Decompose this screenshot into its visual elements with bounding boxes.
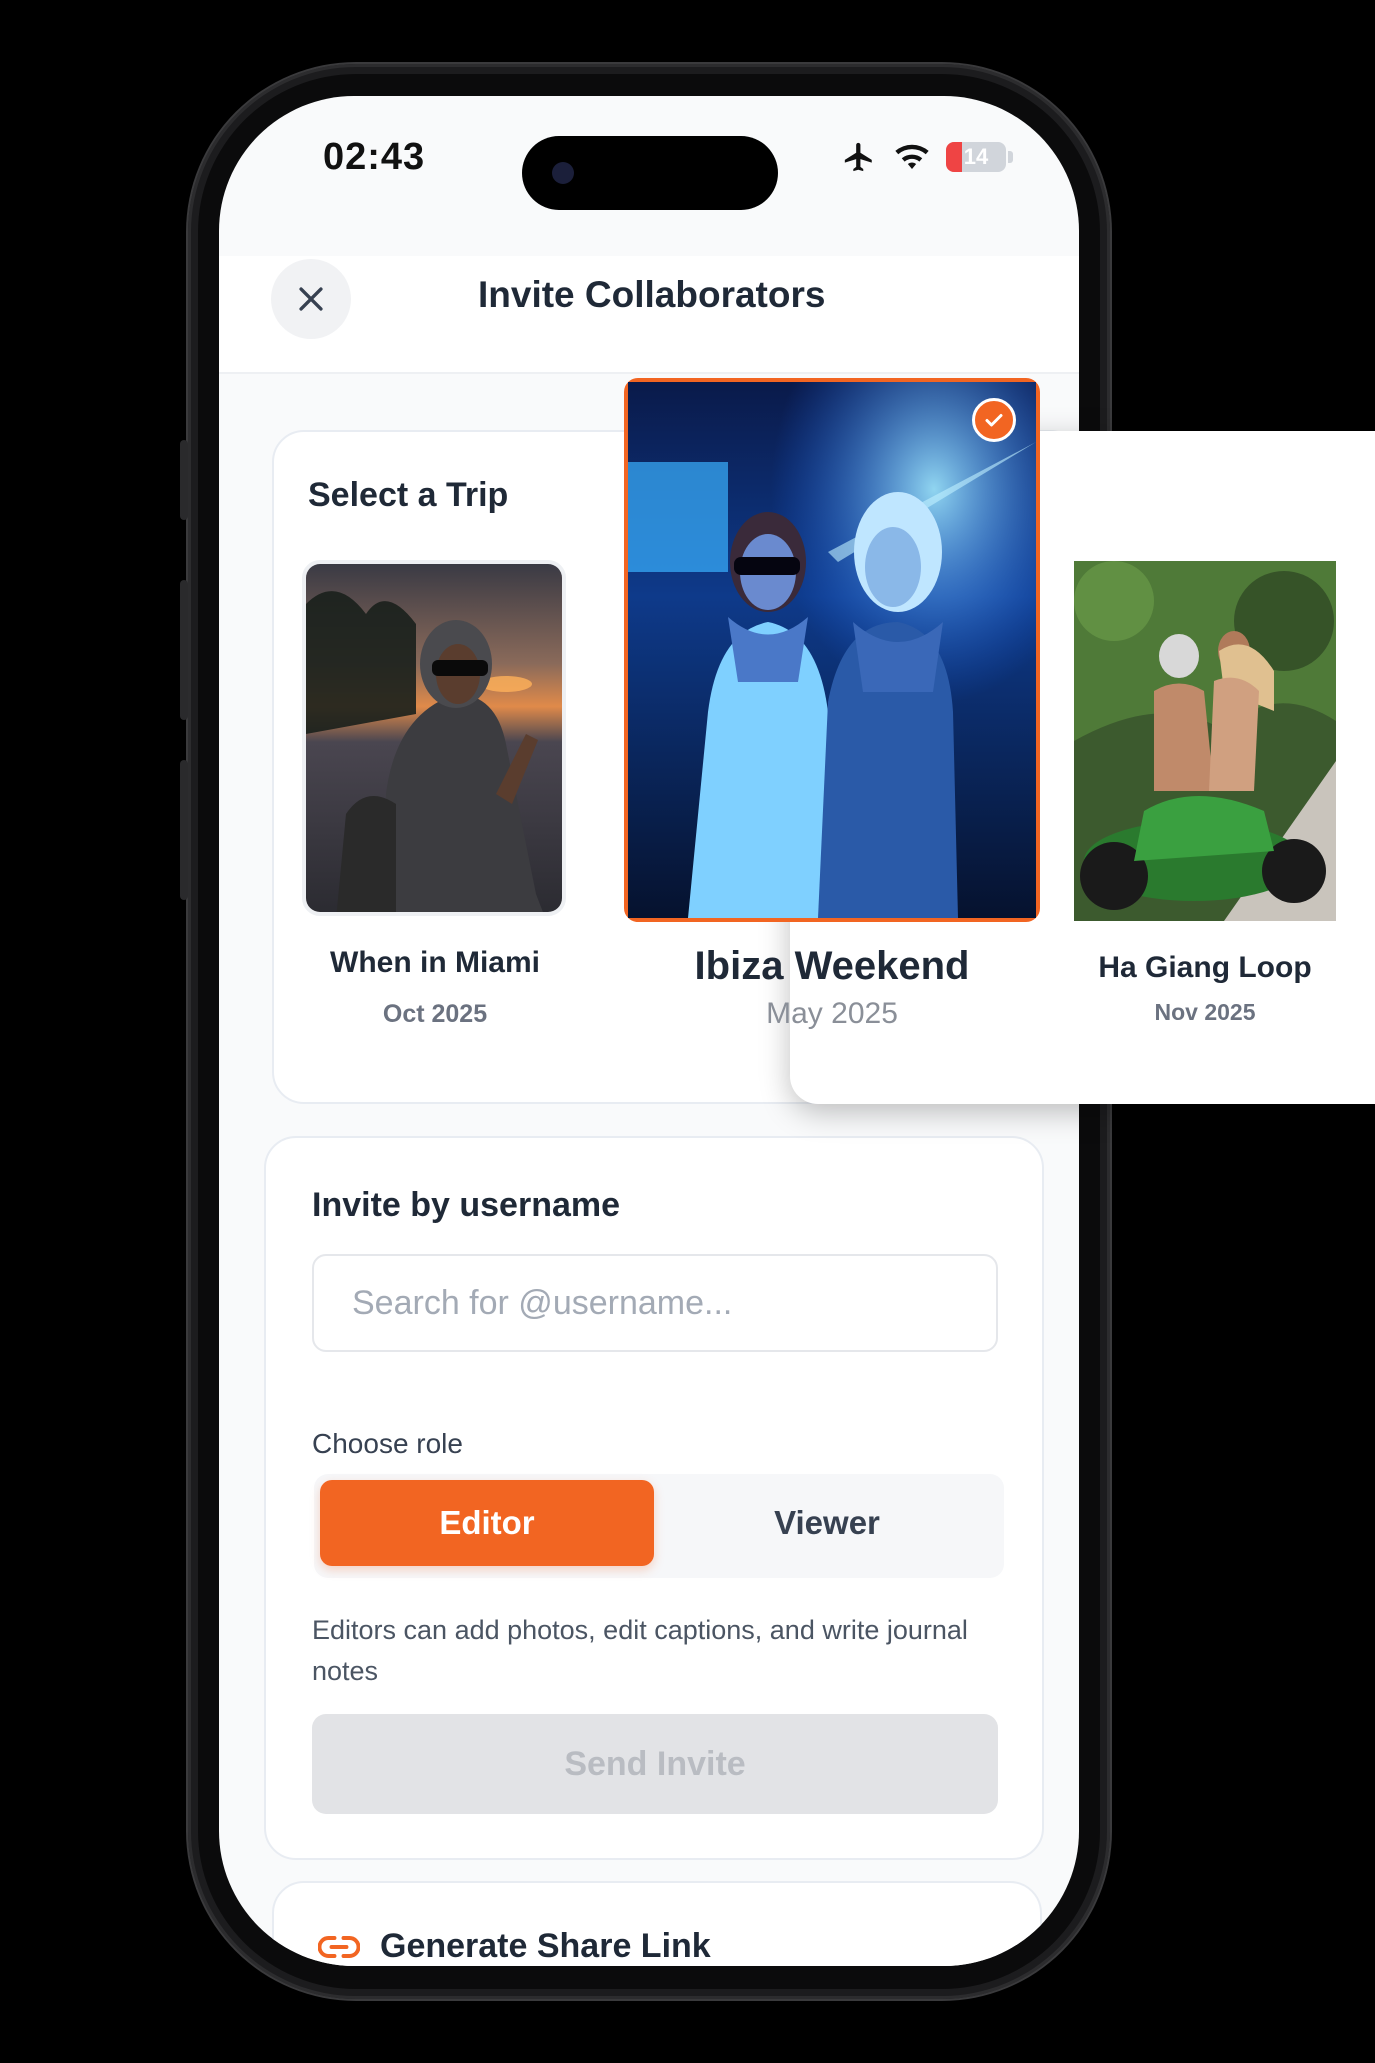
- wifi-icon: [895, 144, 929, 169]
- trip-photo-miami: [302, 560, 566, 916]
- battery-indicator: 14: [946, 142, 1006, 172]
- side-button-volume-down: [180, 760, 188, 900]
- status-icons: 14: [840, 140, 1013, 174]
- role-viewer-button[interactable]: Viewer: [654, 1480, 1000, 1566]
- trip-item-ibiza-selected[interactable]: Ibiza Weekend May 2025: [624, 378, 1040, 1031]
- role-description: Editors can add photos, edit captions, a…: [312, 1615, 968, 1686]
- miami-photo-image: [306, 564, 562, 912]
- dynamic-island: [522, 136, 778, 210]
- trip-date: Nov 2025: [1154, 999, 1256, 1025]
- ibiza-photo-image: [628, 382, 1036, 918]
- trip-name: Ha Giang Loop: [1098, 951, 1312, 984]
- trip-name: When in Miami: [330, 946, 540, 979]
- trip-photo-ibiza: [624, 378, 1040, 922]
- trip-name: Ibiza Weekend: [694, 944, 970, 988]
- selected-check-badge: [972, 398, 1016, 442]
- trip-date: Oct 2025: [382, 1000, 488, 1028]
- share-link-label: Generate Share Link: [380, 1927, 711, 1965]
- role-editor-button[interactable]: Editor: [320, 1480, 654, 1566]
- close-icon: [299, 287, 323, 311]
- page-title: Invite Collaborators: [478, 274, 826, 315]
- trip-date: May 2025: [766, 997, 898, 1030]
- ha-giang-photo-image: [1074, 561, 1336, 921]
- trip-item-ha-giang[interactable]: Ha Giang Loop Nov 2025: [1074, 561, 1336, 1026]
- username-search-input[interactable]: [312, 1254, 998, 1352]
- invite-title: Invite by username: [312, 1186, 621, 1224]
- trip-photo-ha-giang: [1074, 561, 1336, 921]
- check-icon: [985, 414, 1003, 427]
- role-label: Choose role: [312, 1428, 463, 1459]
- link-icon: [318, 1935, 360, 1958]
- airplane-icon: [844, 142, 872, 172]
- side-button-silent: [180, 440, 188, 520]
- role-toggle: Editor Viewer: [314, 1474, 1004, 1578]
- invite-card: Invite by username Choose role Editor Vi…: [264, 1136, 1044, 1860]
- select-trip-title: Select a Trip: [308, 476, 509, 514]
- close-button[interactable]: [271, 259, 351, 339]
- side-button-volume-up: [180, 580, 188, 720]
- trip-item-miami[interactable]: When in Miami Oct 2025: [302, 560, 568, 1029]
- share-link-card[interactable]: Generate Share Link: [272, 1881, 1042, 1966]
- status-time: 02:43: [323, 136, 426, 178]
- send-invite-button[interactable]: Send Invite: [312, 1714, 998, 1814]
